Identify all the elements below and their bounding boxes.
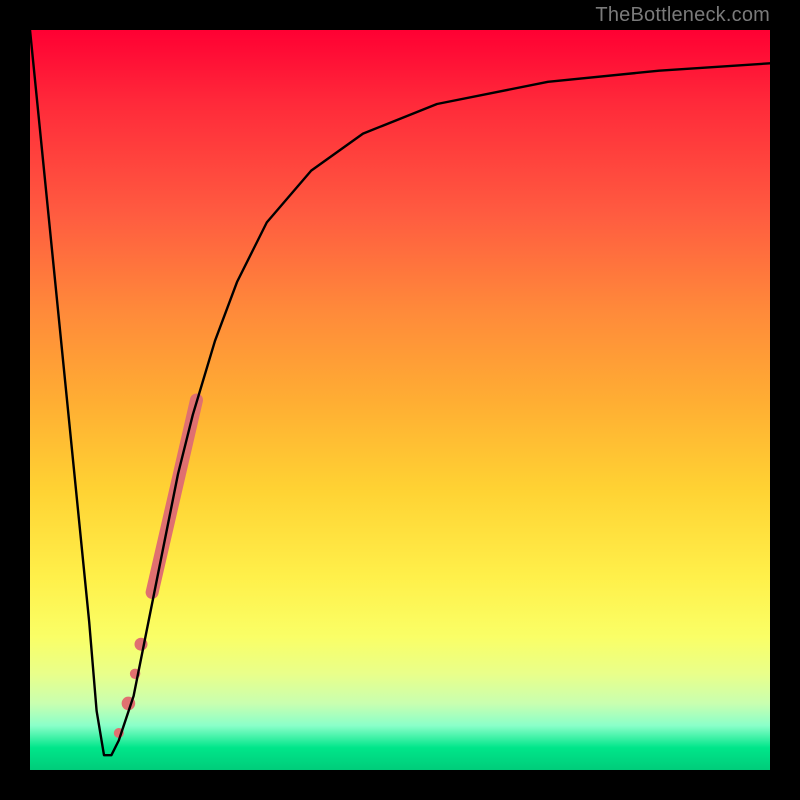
watermark-text: TheBottleneck.com bbox=[595, 4, 770, 27]
plot-area bbox=[30, 30, 770, 770]
bottleneck-chart: TheBottleneck.com bbox=[0, 0, 800, 800]
curve-svg bbox=[30, 30, 770, 770]
